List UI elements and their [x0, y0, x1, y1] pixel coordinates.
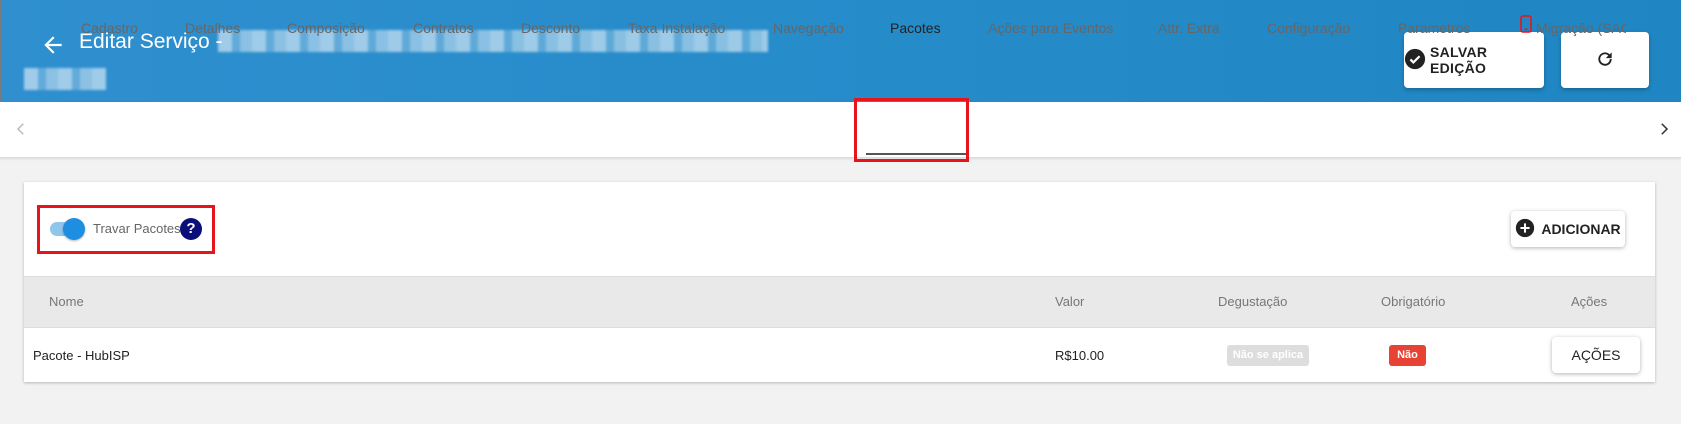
tab-acoes-eventos[interactable]: Ações para Eventos: [988, 0, 1113, 56]
tab-bar: [0, 102, 1681, 158]
tab-contratos[interactable]: Contratos: [413, 0, 474, 56]
add-button-label: ADICIONAR: [1541, 221, 1621, 237]
phone-icon: [1520, 0, 1532, 56]
tab-parametros[interactable]: Parametros: [1398, 0, 1470, 56]
highlight-pacotes-tab: [854, 98, 969, 162]
required-status-badge: Não: [1389, 345, 1426, 366]
column-degustacao: Degustação: [1218, 294, 1288, 309]
tab-cadastro[interactable]: Cadastro: [81, 0, 138, 56]
tab-migracao[interactable]: Migração (SAC: [1520, 0, 1626, 56]
tab-composicao[interactable]: Composição: [287, 0, 365, 56]
tab-migracao-label: Migração (SAC: [1536, 20, 1626, 36]
trial-status-badge: Não se aplica: [1227, 345, 1309, 366]
arrow-left-icon[interactable]: [40, 32, 66, 58]
column-acoes: Ações: [1571, 294, 1608, 309]
add-package-button[interactable]: ADICIONAR: [1511, 211, 1625, 247]
row-valor: R$10.00: [1055, 348, 1105, 363]
tab-taxa-instalacao[interactable]: Taxa Instalação: [628, 0, 725, 56]
tab-configuracao[interactable]: Configuração: [1267, 0, 1350, 56]
plus-circle-icon: [1515, 218, 1535, 241]
redacted-service-name-line2: [24, 68, 106, 90]
highlight-lock-toggle: [37, 205, 215, 254]
column-obrigatorio: Obrigatório: [1381, 294, 1446, 309]
chevron-left-icon[interactable]: [12, 120, 30, 138]
tab-navegacao[interactable]: Navegação: [773, 0, 844, 56]
tab-detalhes[interactable]: Detalhes: [185, 0, 240, 56]
tab-pacotes[interactable]: Pacotes: [890, 0, 941, 56]
row-nome: Pacote - HubISP: [33, 348, 130, 363]
chevron-right-icon[interactable]: [1655, 120, 1673, 138]
tab-desconto[interactable]: Desconto: [521, 0, 580, 56]
tab-attr-extra[interactable]: Attr. Extra: [1158, 0, 1219, 56]
row-actions-button[interactable]: AÇÕES: [1552, 337, 1640, 373]
column-valor: Valor: [1055, 294, 1085, 309]
column-nome: Nome: [49, 294, 84, 309]
